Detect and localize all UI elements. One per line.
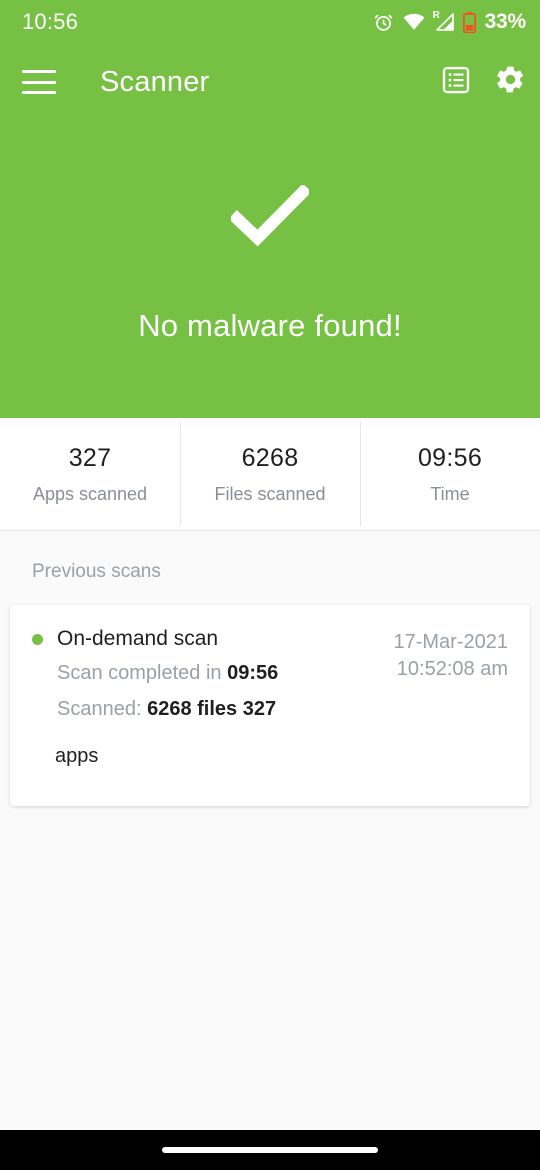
hamburger-menu-icon[interactable] (22, 70, 56, 94)
status-bar: 10:56 R 33% (0, 0, 540, 44)
scan-date: 17-Mar-2021 (393, 631, 508, 653)
scan-type-label: On-demand scan (57, 627, 219, 650)
status-bar-time: 10:56 (22, 9, 79, 34)
stat-files-scanned: 6268 Files scanned (180, 418, 360, 530)
scan-duration-line: Scan completed in 09:56 (32, 660, 387, 687)
scan-counts-wrap-text: apps (55, 745, 99, 767)
hamburger-line (22, 80, 56, 84)
scan-duration-value: 09:56 (227, 662, 279, 684)
app-bar: Scanner (0, 44, 540, 120)
scan-report-icon[interactable] (441, 65, 471, 100)
status-bar-icons: R 33% (373, 10, 526, 34)
scan-result-message: No malware found! (138, 307, 402, 343)
scan-result-hero: No malware found! (0, 120, 540, 418)
scanner-app-screen: 10:56 R 33% Scanner No malware found! 32… (0, 0, 540, 1170)
scan-counts-value: 6268 files 327 (147, 698, 277, 720)
stat-label: Apps scanned (32, 483, 148, 504)
page-title: Scanner (100, 65, 210, 98)
system-navigation-bar (0, 1130, 540, 1170)
scan-counts-label: Scanned: (57, 698, 142, 720)
previous-scan-details: On-demand scan Scan completed in 09:56 S… (32, 627, 393, 768)
stat-value: 09:56 (417, 443, 483, 472)
battery-icon (462, 11, 476, 33)
hamburger-line (22, 70, 56, 73)
cellular-signal-icon: R (432, 10, 454, 31)
scan-status-dot-icon (32, 633, 43, 645)
roaming-label: R (432, 10, 440, 21)
checkmark-icon (228, 183, 312, 252)
stat-value: 327 (68, 443, 112, 472)
stat-time: 09:56 Time (360, 418, 540, 530)
stat-value: 6268 (241, 443, 299, 472)
app-bar-actions (441, 64, 526, 100)
previous-scan-card[interactable]: On-demand scan Scan completed in 09:56 S… (10, 605, 530, 806)
stat-apps-scanned: 327 Apps scanned (0, 418, 180, 530)
stat-label: Time (430, 483, 470, 504)
previous-scans-section: Previous scans On-demand scan Scan compl… (0, 531, 540, 1170)
section-header-previous-scans: Previous scans (32, 561, 161, 582)
battery-percent-label: 33% (484, 10, 527, 33)
previous-scan-heading: On-demand scan (32, 627, 387, 651)
scan-time: 10:52:08 am (396, 658, 508, 680)
alarm-icon (373, 12, 394, 33)
scan-duration-label: Scan completed in (57, 662, 222, 684)
gear-icon[interactable] (495, 64, 526, 100)
scan-stats-row: 327 Apps scanned 6268 Files scanned 09:5… (0, 418, 540, 531)
hamburger-line (22, 91, 56, 94)
scan-counts-line: Scanned: 6268 files 327 (32, 696, 387, 723)
home-gesture-pill[interactable] (162, 1147, 378, 1153)
wifi-icon (403, 13, 425, 31)
stat-label: Files scanned (214, 483, 326, 504)
previous-scan-timestamp: 17-Mar-2021 10:52:08 am (393, 627, 508, 768)
